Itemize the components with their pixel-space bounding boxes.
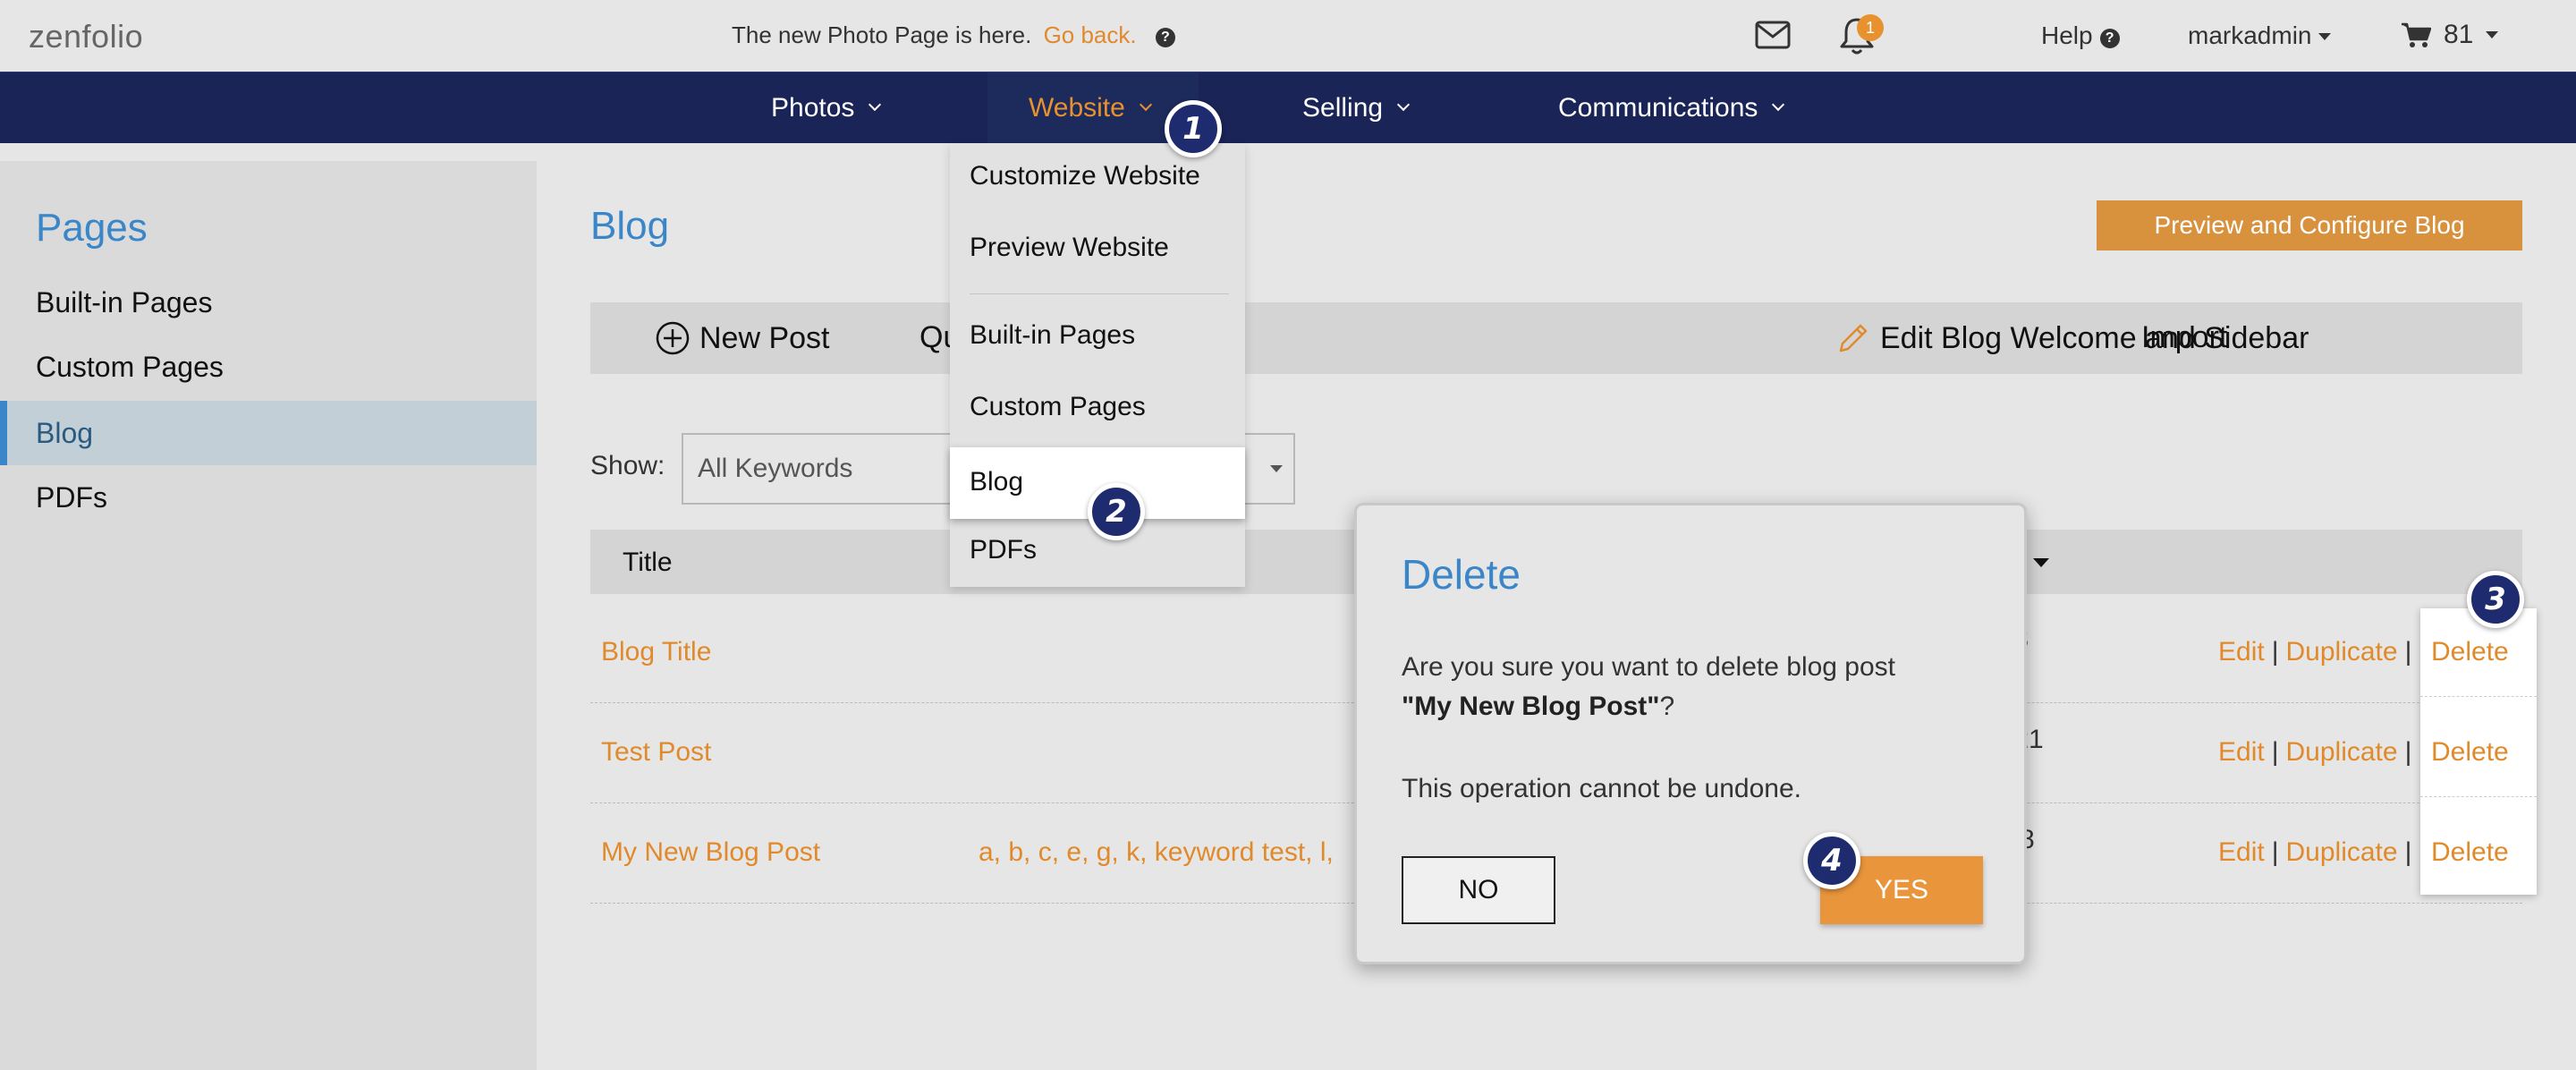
- sidebar-title: Pages: [36, 206, 148, 250]
- edit-welcome-sidebar-button[interactable]: Edit Blog Welcome and Sidebar: [1835, 320, 2309, 356]
- go-back-link[interactable]: Go back.: [1044, 21, 1137, 48]
- sidebar-item-built-in-pages[interactable]: Built-in Pages: [0, 270, 537, 335]
- help-link[interactable]: Help?: [2041, 21, 2120, 50]
- row-actions: Edit | Duplicate |: [2218, 837, 2419, 868]
- menu-item-custom-pages[interactable]: Custom Pages: [970, 392, 1146, 422]
- menu-item-customize-website[interactable]: Customize Website: [970, 161, 1200, 191]
- new-post-button[interactable]: New Post: [655, 320, 830, 356]
- username: markadmin: [2188, 21, 2312, 49]
- new-post-label: New Post: [699, 320, 830, 355]
- step-marker-4: 4: [1803, 832, 1860, 889]
- divider: [2420, 796, 2537, 797]
- sort-caret-icon: [2032, 558, 2049, 567]
- show-label: Show:: [590, 451, 665, 480]
- delete-confirm-dialog: Delete Are you sure you want to delete b…: [1354, 503, 2027, 964]
- caret-down-icon: [2486, 31, 2499, 38]
- keyword-filter-value: All Keywords: [698, 454, 853, 483]
- post-name: "My New Blog Post": [1402, 692, 1660, 721]
- sidebar-item-pdfs[interactable]: PDFs: [0, 465, 537, 530]
- announcement: The new Photo Page is here. Go back. ?: [732, 21, 1175, 49]
- edit-welcome-label: Edit Blog Welcome and Sidebar: [1880, 320, 2309, 355]
- menu-item-built-in-pages[interactable]: Built-in Pages: [970, 320, 1135, 351]
- duplicate-link[interactable]: Duplicate: [2286, 637, 2398, 667]
- separator: |: [2404, 637, 2412, 667]
- chevron-down-icon: [1396, 98, 1411, 112]
- delete-link[interactable]: Delete: [2431, 637, 2509, 667]
- step-marker-3: 3: [2467, 571, 2524, 628]
- dialog-title: Delete: [1402, 551, 1521, 598]
- nav-communications[interactable]: Communications: [1558, 72, 1785, 144]
- nav-photos[interactable]: Photos: [771, 72, 882, 144]
- post-title-link[interactable]: Test Post: [601, 737, 711, 768]
- chevron-down-icon: [1139, 98, 1152, 112]
- blog-toolbar: New Post Qu Edit Blog Welcome and Sideba…: [590, 302, 2522, 374]
- notification-badge[interactable]: 1: [1857, 14, 1884, 41]
- cart-icon: [2402, 22, 2431, 47]
- help-label: Help: [2041, 21, 2093, 49]
- separator: |: [2404, 737, 2412, 767]
- separator: |: [2271, 837, 2279, 867]
- mail-icon[interactable]: [1755, 21, 1791, 54]
- sidebar-item-custom-pages[interactable]: Custom Pages: [0, 335, 537, 399]
- menu-divider: [970, 293, 1229, 294]
- main-nav: Photos Website Selling Communications: [0, 72, 2576, 144]
- divider: [2420, 696, 2537, 697]
- no-button[interactable]: NO: [1402, 856, 1555, 924]
- pencil-icon: [1839, 324, 1868, 352]
- delete-links-highlight: Delete Delete Delete: [2420, 608, 2537, 895]
- question-icon[interactable]: ?: [1155, 28, 1175, 47]
- sidebar: Pages Built-in Pages Custom Pages Blog P…: [0, 161, 537, 1070]
- duplicate-link[interactable]: Duplicate: [2286, 737, 2398, 767]
- step-marker-1: 1: [1165, 100, 1222, 157]
- nav-photos-label: Photos: [771, 93, 855, 123]
- column-title[interactable]: Title: [623, 548, 673, 578]
- menu-item-preview-website[interactable]: Preview Website: [970, 233, 1169, 263]
- top-bar: zenfolio The new Photo Page is here. Go …: [0, 0, 2576, 72]
- cart-menu[interactable]: 81: [2401, 20, 2499, 50]
- delete-link[interactable]: Delete: [2431, 837, 2509, 868]
- nav-website-label: Website: [1029, 93, 1125, 123]
- dialog-message: Are you sure you want to delete blog pos…: [1402, 652, 1896, 682]
- menu-item-pdfs[interactable]: PDFs: [970, 535, 1037, 565]
- delete-link[interactable]: Delete: [2431, 737, 2509, 768]
- duplicate-link[interactable]: Duplicate: [2286, 837, 2398, 867]
- separator: |: [2404, 837, 2412, 867]
- chevron-down-icon: [869, 98, 882, 112]
- question-mark: ?: [1659, 692, 1675, 721]
- edit-link[interactable]: Edit: [2218, 837, 2265, 867]
- post-keywords: a, b, c, e, g, k, keyword test, l,: [979, 837, 1334, 867]
- user-menu[interactable]: markadmin: [2188, 21, 2332, 50]
- step-marker-2: 2: [1088, 483, 1145, 540]
- post-title-link[interactable]: Blog Title: [601, 637, 711, 667]
- separator: |: [2271, 637, 2279, 667]
- separator: |: [2271, 737, 2279, 767]
- row-actions: Edit | Duplicate |: [2218, 737, 2419, 768]
- caret-down-icon: [2318, 33, 2332, 40]
- dialog-post-name: "My New Blog Post"?: [1402, 692, 1674, 722]
- page-title: Blog: [590, 204, 670, 248]
- chevron-down-icon: [1772, 98, 1785, 112]
- post-title-link[interactable]: My New Blog Post: [601, 837, 820, 868]
- dialog-warning: This operation cannot be undone.: [1402, 774, 1801, 803]
- import-button[interactable]: Import: [2141, 320, 2227, 355]
- zenfolio-logo[interactable]: zenfolio: [29, 18, 143, 55]
- nav-selling[interactable]: Selling: [1302, 72, 1411, 144]
- edit-link[interactable]: Edit: [2218, 637, 2265, 667]
- announcement-text: The new Photo Page is here.: [732, 21, 1032, 48]
- menu-item-blog-label: Blog: [970, 467, 1024, 497]
- cart-count: 81: [2444, 20, 2474, 49]
- caret-down-icon: [1270, 465, 1283, 472]
- row-actions: Edit | Duplicate |: [2218, 637, 2419, 667]
- nav-selling-label: Selling: [1302, 93, 1384, 123]
- preview-configure-blog-button[interactable]: Preview and Configure Blog: [2097, 200, 2522, 251]
- sidebar-item-blog[interactable]: Blog: [0, 401, 537, 465]
- nav-communications-label: Communications: [1558, 93, 1758, 123]
- edit-link[interactable]: Edit: [2218, 737, 2265, 767]
- help-question-icon: ?: [2099, 29, 2120, 48]
- plus-circle-icon: [656, 321, 690, 355]
